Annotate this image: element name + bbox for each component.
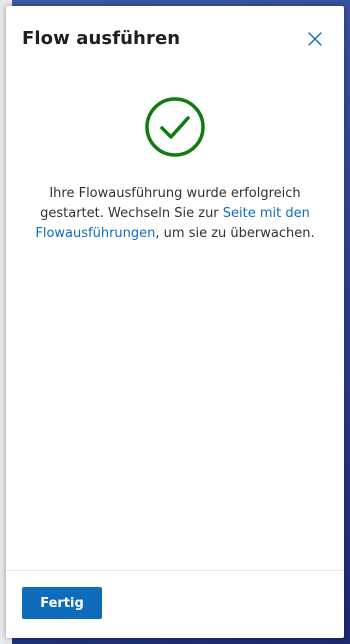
close-button[interactable] [304, 28, 326, 50]
panel-footer: Fertig [6, 570, 344, 638]
run-flow-panel: Flow ausführen Ihre Flowausführung wurde… [6, 6, 344, 638]
panel-body: Ihre Flowausführung wurde erfolgreich ge… [6, 68, 344, 570]
status-message: Ihre Flowausführung wurde erfolgreich ge… [22, 184, 328, 244]
done-button[interactable]: Fertig [22, 587, 102, 619]
close-icon [308, 32, 322, 46]
panel-header: Flow ausführen [6, 6, 344, 68]
status-message-suffix: , um sie zu überwachen. [155, 226, 315, 241]
check-circle-icon [145, 97, 205, 157]
panel-title: Flow ausführen [22, 28, 181, 49]
